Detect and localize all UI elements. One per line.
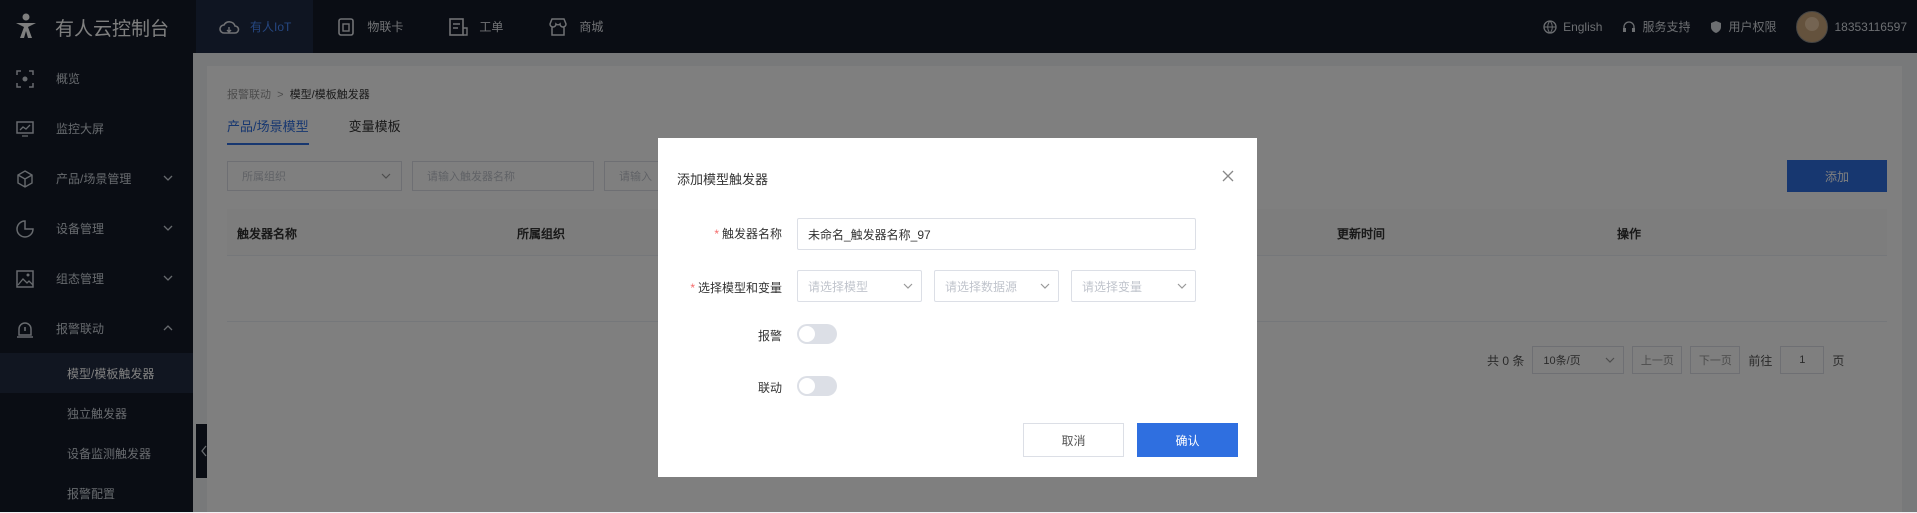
chevron-down-icon <box>903 283 913 289</box>
switch-knob <box>799 378 815 394</box>
datasource-select[interactable]: 请选择数据源 <box>934 270 1059 302</box>
cancel-button[interactable]: 取消 <box>1023 423 1124 457</box>
alarm-label: 报警 <box>757 329 782 343</box>
linkage-label: 联动 <box>757 381 782 395</box>
dialog-title: 添加模型触发器 <box>677 172 769 187</box>
variable-select-placeholder: 请选择变量 <box>1082 279 1143 294</box>
variable-select[interactable]: 请选择变量 <box>1071 270 1196 302</box>
linkage-switch[interactable] <box>797 376 837 396</box>
add-trigger-dialog: 添加模型触发器 * 触发器名称 未命名_触发器名称_97 * 选择模型和变量 请选择… <box>658 138 1257 477</box>
datasource-select-placeholder: 请选择数据源 <box>945 279 1018 294</box>
trigger-name-value: 未命名_触发器名称_97 <box>808 227 931 242</box>
chevron-down-icon <box>1177 283 1187 289</box>
alarm-switch[interactable] <box>797 324 837 344</box>
close-icon[interactable] <box>1221 169 1235 183</box>
chevron-down-icon <box>1040 283 1050 289</box>
trigger-name-label: * 触发器名称 <box>714 227 782 241</box>
trigger-name-label-text: 触发器名称 <box>721 227 782 241</box>
trigger-name-field[interactable]: 未命名_触发器名称_97 <box>797 218 1196 250</box>
model-select-placeholder: 请选择模型 <box>808 279 869 294</box>
model-variable-label-text: 选择模型和变量 <box>697 281 782 295</box>
switch-knob <box>799 326 815 342</box>
confirm-button[interactable]: 确认 <box>1137 423 1238 457</box>
model-variable-label: * 选择模型和变量 <box>690 281 782 295</box>
model-select[interactable]: 请选择模型 <box>797 270 922 302</box>
